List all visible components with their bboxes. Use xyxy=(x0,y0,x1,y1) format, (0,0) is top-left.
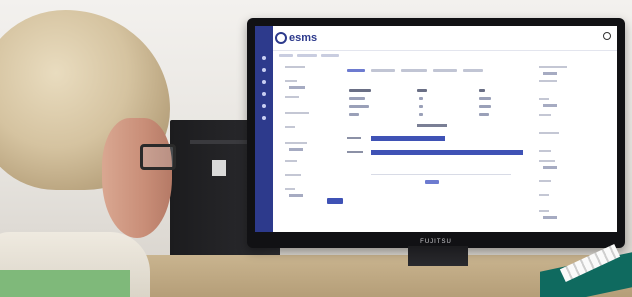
app-logo[interactable]: esms xyxy=(275,30,317,46)
person xyxy=(0,0,200,297)
sidebar-nav-dot[interactable] xyxy=(262,80,266,84)
sweater xyxy=(0,270,130,297)
tab[interactable] xyxy=(463,68,483,72)
face xyxy=(102,118,172,238)
table-row xyxy=(347,96,527,102)
tab[interactable] xyxy=(371,68,395,72)
sidebar-nav-dot[interactable] xyxy=(262,68,266,72)
monitor-stand xyxy=(408,246,468,266)
tab[interactable] xyxy=(401,68,427,72)
topbar-divider xyxy=(273,50,617,51)
breadcrumb xyxy=(279,54,339,57)
photo-scene: esms FUJITSU xyxy=(0,0,632,297)
bar-label xyxy=(347,137,361,139)
table-row xyxy=(347,104,527,110)
sidebar-nav-dot[interactable] xyxy=(262,92,266,96)
bar xyxy=(371,136,445,141)
table-header xyxy=(347,88,527,94)
options-panel xyxy=(533,64,613,232)
bar-chart xyxy=(347,124,527,194)
monitor-brand: FUJITSU xyxy=(420,239,452,245)
chart-axis xyxy=(371,174,511,175)
sidebar-nav-dot[interactable] xyxy=(262,104,266,108)
chart-legend xyxy=(425,180,439,184)
app-sidebar xyxy=(255,26,273,232)
user-icon[interactable] xyxy=(603,32,611,40)
apply-filter-button[interactable] xyxy=(327,198,343,204)
table-row xyxy=(347,112,527,118)
tab[interactable] xyxy=(347,68,365,72)
tower-sticker xyxy=(212,160,226,176)
screen: esms xyxy=(255,26,617,232)
filter-panel xyxy=(279,64,339,232)
chart-title xyxy=(417,124,447,127)
sidebar-nav-dot[interactable] xyxy=(262,116,266,120)
report-main xyxy=(347,66,527,226)
bar-label xyxy=(347,151,363,153)
glasses xyxy=(140,144,176,170)
logo-text: esms xyxy=(289,32,318,44)
tab[interactable] xyxy=(433,68,457,72)
bar xyxy=(371,150,523,155)
monitor: esms FUJITSU xyxy=(247,18,625,248)
logo-icon xyxy=(275,32,287,44)
report-tabs xyxy=(347,66,527,74)
sidebar-nav-dot[interactable] xyxy=(262,56,266,60)
